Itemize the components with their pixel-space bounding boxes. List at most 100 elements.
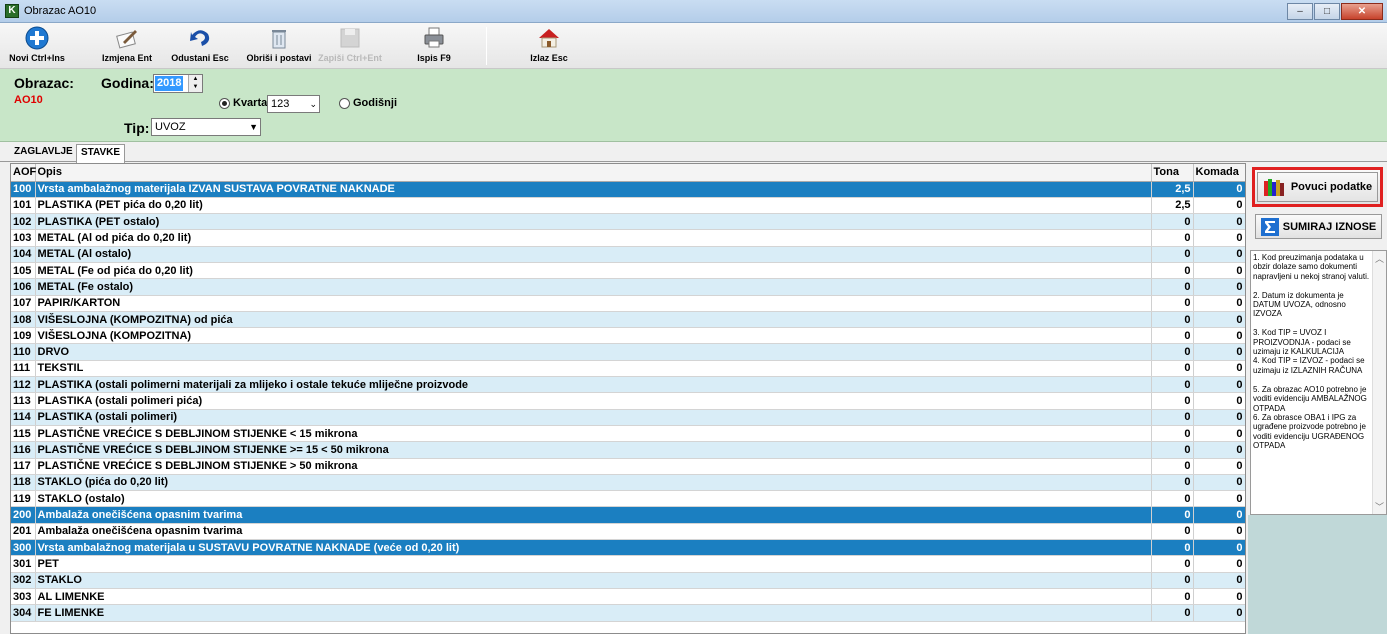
new-button[interactable]: Novi Ctrl+Ins: [6, 25, 68, 67]
table-row[interactable]: 116 PLASTIČNE VREĆICE S DEBLJINOM STIJENK…: [11, 441, 1245, 459]
cell-tona[interactable]: 2,5: [1151, 197, 1194, 215]
cell-tona[interactable]: 0: [1151, 327, 1194, 345]
cell-aof[interactable]: 101: [11, 197, 36, 215]
cell-aof[interactable]: 303: [11, 588, 36, 606]
cell-aof[interactable]: 115: [11, 425, 36, 443]
cell-aof[interactable]: 110: [11, 343, 36, 361]
cell-aof[interactable]: 116: [11, 441, 36, 459]
table-row[interactable]: 117 PLASTIČNE VREĆICE S DEBLJINOM STIJENK…: [11, 458, 1245, 475]
cell-aof[interactable]: 117: [11, 458, 36, 475]
cell-tona[interactable]: 0: [1151, 376, 1194, 394]
cell-komada[interactable]: 0: [1193, 262, 1245, 280]
cell-tona[interactable]: 0: [1151, 392, 1194, 410]
cell-komada[interactable]: 0: [1193, 343, 1245, 361]
cell-komada[interactable]: 0: [1193, 490, 1245, 508]
cell-tona[interactable]: 0: [1151, 343, 1194, 361]
cell-aof[interactable]: 108: [11, 311, 36, 329]
kvartal-select[interactable]: 123 ⌄: [267, 95, 320, 113]
cell-opis[interactable]: PLASTIKA (PET ostalo): [35, 213, 1152, 231]
table-row[interactable]: 300 Vrsta ambalažnog materijala u SUSTAVU…: [11, 539, 1245, 557]
cell-opis[interactable]: STAKLO: [35, 572, 1152, 589]
cell-komada[interactable]: 0: [1193, 588, 1245, 606]
sumiraj-iznose-button[interactable]: SUMIRAJ IZNOSE: [1255, 214, 1382, 239]
povuci-podatke-button[interactable]: Povuci podatke: [1252, 167, 1383, 207]
exit-button[interactable]: Izlaz Esc: [528, 25, 570, 67]
column-header-tona[interactable]: Tona: [1151, 164, 1194, 182]
cell-opis[interactable]: PLASTIČNE VREĆICE S DEBLJINOM STIJENKE >…: [35, 441, 1152, 459]
print-button[interactable]: Ispis F9: [412, 25, 456, 67]
cell-aof[interactable]: 104: [11, 246, 36, 263]
cell-komada[interactable]: 0: [1193, 506, 1245, 524]
cell-komada[interactable]: 0: [1193, 181, 1245, 198]
cell-tona[interactable]: 0: [1151, 229, 1194, 247]
cell-opis[interactable]: PLASTIKA (ostali polimeri pića): [35, 392, 1152, 410]
table-row[interactable]: 104 METAL (Al ostalo) 0 0: [11, 246, 1245, 263]
table-row[interactable]: 108 VIŠESLOJNA (KOMPOZITNA) od pića 0 0: [11, 311, 1245, 329]
cell-aof[interactable]: 102: [11, 213, 36, 231]
cell-opis[interactable]: STAKLO (ostalo): [35, 490, 1152, 508]
cancel-button[interactable]: Odustani Esc: [168, 25, 232, 67]
cell-komada[interactable]: 0: [1193, 197, 1245, 215]
cell-tona[interactable]: 0: [1151, 490, 1194, 508]
table-row[interactable]: 102 PLASTIKA (PET ostalo) 0 0: [11, 213, 1245, 231]
column-header-komada[interactable]: Komada: [1193, 164, 1245, 182]
cell-komada[interactable]: 0: [1193, 229, 1245, 247]
cell-opis[interactable]: METAL (Fe od pića do 0,20 lit): [35, 262, 1152, 280]
cell-komada[interactable]: 0: [1193, 441, 1245, 459]
table-row[interactable]: 101 PLASTIKA (PET pića do 0,20 lit) 2,5 0: [11, 197, 1245, 215]
cell-komada[interactable]: 0: [1193, 458, 1245, 475]
cell-aof[interactable]: 107: [11, 295, 36, 312]
tip-select[interactable]: UVOZ ▼: [151, 118, 261, 136]
cell-komada[interactable]: 0: [1193, 278, 1245, 296]
cell-opis[interactable]: PET: [35, 555, 1152, 573]
cell-komada[interactable]: 0: [1193, 604, 1245, 622]
cell-aof[interactable]: 103: [11, 229, 36, 247]
cell-komada[interactable]: 0: [1193, 555, 1245, 573]
cell-tona[interactable]: 0: [1151, 246, 1194, 263]
godisnji-radio[interactable]: Godišnji: [339, 97, 397, 109]
cell-opis[interactable]: Vrsta ambalažnog materijala IZVAN SUSTAV…: [35, 181, 1152, 198]
table-row[interactable]: 118 STAKLO (pića do 0,20 lit) 0 0: [11, 474, 1245, 492]
save-button[interactable]: Zapiši Ctrl+Ent: [316, 25, 384, 67]
cell-tona[interactable]: 0: [1151, 409, 1194, 426]
cell-komada[interactable]: 0: [1193, 327, 1245, 345]
cell-opis[interactable]: PLASTIČNE VREĆICE S DEBLJINOM STIJENKE <…: [35, 425, 1152, 443]
cell-tona[interactable]: 0: [1151, 360, 1194, 378]
cell-tona[interactable]: 0: [1151, 523, 1194, 541]
cell-aof[interactable]: 106: [11, 278, 36, 296]
cell-opis[interactable]: Ambalaža onečišćena opasnim tvarima: [35, 506, 1152, 524]
cell-tona[interactable]: 0: [1151, 555, 1194, 573]
table-row[interactable]: 303 AL LIMENKE 0 0: [11, 588, 1245, 606]
cell-aof[interactable]: 119: [11, 490, 36, 508]
table-row[interactable]: 119 STAKLO (ostalo) 0 0: [11, 490, 1245, 508]
close-button[interactable]: ✕: [1341, 3, 1383, 20]
table-row[interactable]: 106 METAL (Fe ostalo) 0 0: [11, 278, 1245, 296]
cell-aof[interactable]: 114: [11, 409, 36, 426]
cell-opis[interactable]: Vrsta ambalažnog materijala u SUSTAVU PO…: [35, 539, 1152, 557]
cell-aof[interactable]: 300: [11, 539, 36, 557]
cell-opis[interactable]: STAKLO (pića do 0,20 lit): [35, 474, 1152, 492]
cell-opis[interactable]: PLASTIKA (ostali polimeri): [35, 409, 1152, 426]
cell-opis[interactable]: TEKSTIL: [35, 360, 1152, 378]
cell-komada[interactable]: 0: [1193, 539, 1245, 557]
cell-aof[interactable]: 201: [11, 523, 36, 541]
cell-tona[interactable]: 0: [1151, 539, 1194, 557]
cell-opis[interactable]: FE LIMENKE: [35, 604, 1152, 622]
cell-tona[interactable]: 0: [1151, 278, 1194, 296]
cell-komada[interactable]: 0: [1193, 311, 1245, 329]
cell-komada[interactable]: 0: [1193, 360, 1245, 378]
tab-zaglavlje[interactable]: ZAGLAVLJE: [10, 144, 77, 162]
cell-komada[interactable]: 0: [1193, 376, 1245, 394]
table-row[interactable]: 105 METAL (Fe od pića do 0,20 lit) 0 0: [11, 262, 1245, 280]
cell-opis[interactable]: METAL (Al od pića do 0,20 lit): [35, 229, 1152, 247]
cell-opis[interactable]: METAL (Al ostalo): [35, 246, 1152, 263]
table-row[interactable]: 302 STAKLO 0 0: [11, 572, 1245, 589]
cell-tona[interactable]: 0: [1151, 506, 1194, 524]
cell-tona[interactable]: 0: [1151, 262, 1194, 280]
cell-komada[interactable]: 0: [1193, 425, 1245, 443]
scroll-down-icon[interactable]: ﹀: [1375, 500, 1384, 513]
cell-komada[interactable]: 0: [1193, 572, 1245, 589]
table-row[interactable]: 111 TEKSTIL 0 0: [11, 360, 1245, 378]
table-row[interactable]: 115 PLASTIČNE VREĆICE S DEBLJINOM STIJENK…: [11, 425, 1245, 443]
table-row[interactable]: 200 Ambalaža onečišćena opasnim tvarima 0 0: [11, 506, 1245, 524]
